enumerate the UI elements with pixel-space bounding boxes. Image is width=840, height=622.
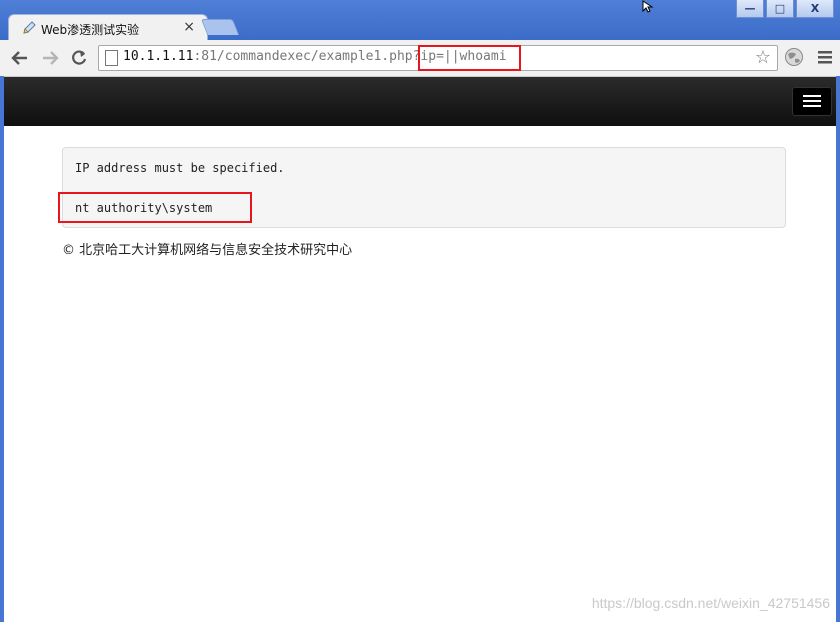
output-line-error: IP address must be specified. — [75, 161, 285, 175]
arrow-left-icon — [11, 51, 27, 65]
reload-icon — [72, 50, 87, 65]
watermark-text: https://blog.csdn.net/weixin_42751456 — [591, 595, 830, 611]
new-tab-button[interactable] — [200, 19, 240, 35]
output-annotation-box — [58, 192, 252, 223]
forward-button[interactable] — [40, 48, 60, 68]
window-frame-right — [836, 76, 840, 622]
browser-tab[interactable]: Web渗透测试实验 × — [8, 14, 208, 41]
footer-copyright: © 北京哈工大计算机网络与信息安全技术研究中心 — [62, 243, 353, 258]
reload-button[interactable] — [69, 48, 89, 68]
nav-toggle-button[interactable] — [792, 87, 832, 116]
mouse-cursor-icon — [642, 0, 654, 13]
page-icon — [105, 50, 118, 66]
pencil-icon — [23, 21, 36, 34]
site-navbar — [4, 77, 836, 126]
bookmark-star-icon[interactable]: ☆ — [755, 47, 771, 68]
window-controls: — □ X — [734, 0, 834, 18]
back-button[interactable] — [10, 48, 30, 68]
menu-bar-icon — [803, 105, 821, 107]
menu-bar-icon — [803, 100, 821, 102]
maximize-button[interactable]: □ — [766, 0, 794, 18]
arrow-right-icon — [43, 51, 59, 65]
url-host: 10.1.1.11 — [123, 49, 194, 64]
url-annotation-box — [418, 45, 521, 71]
tab-close-icon[interactable]: × — [183, 19, 195, 35]
close-window-button[interactable]: X — [796, 0, 834, 18]
window-frame-left — [0, 76, 4, 622]
browser-menu-icon[interactable] — [818, 50, 832, 64]
window-titlebar: Web渗透测试实验 × — □ X — [0, 0, 840, 41]
menu-bar-icon — [803, 95, 821, 97]
globe-icon[interactable] — [784, 47, 804, 67]
tab-title: Web渗透测试实验 — [41, 23, 140, 37]
minimize-button[interactable]: — — [736, 0, 764, 18]
